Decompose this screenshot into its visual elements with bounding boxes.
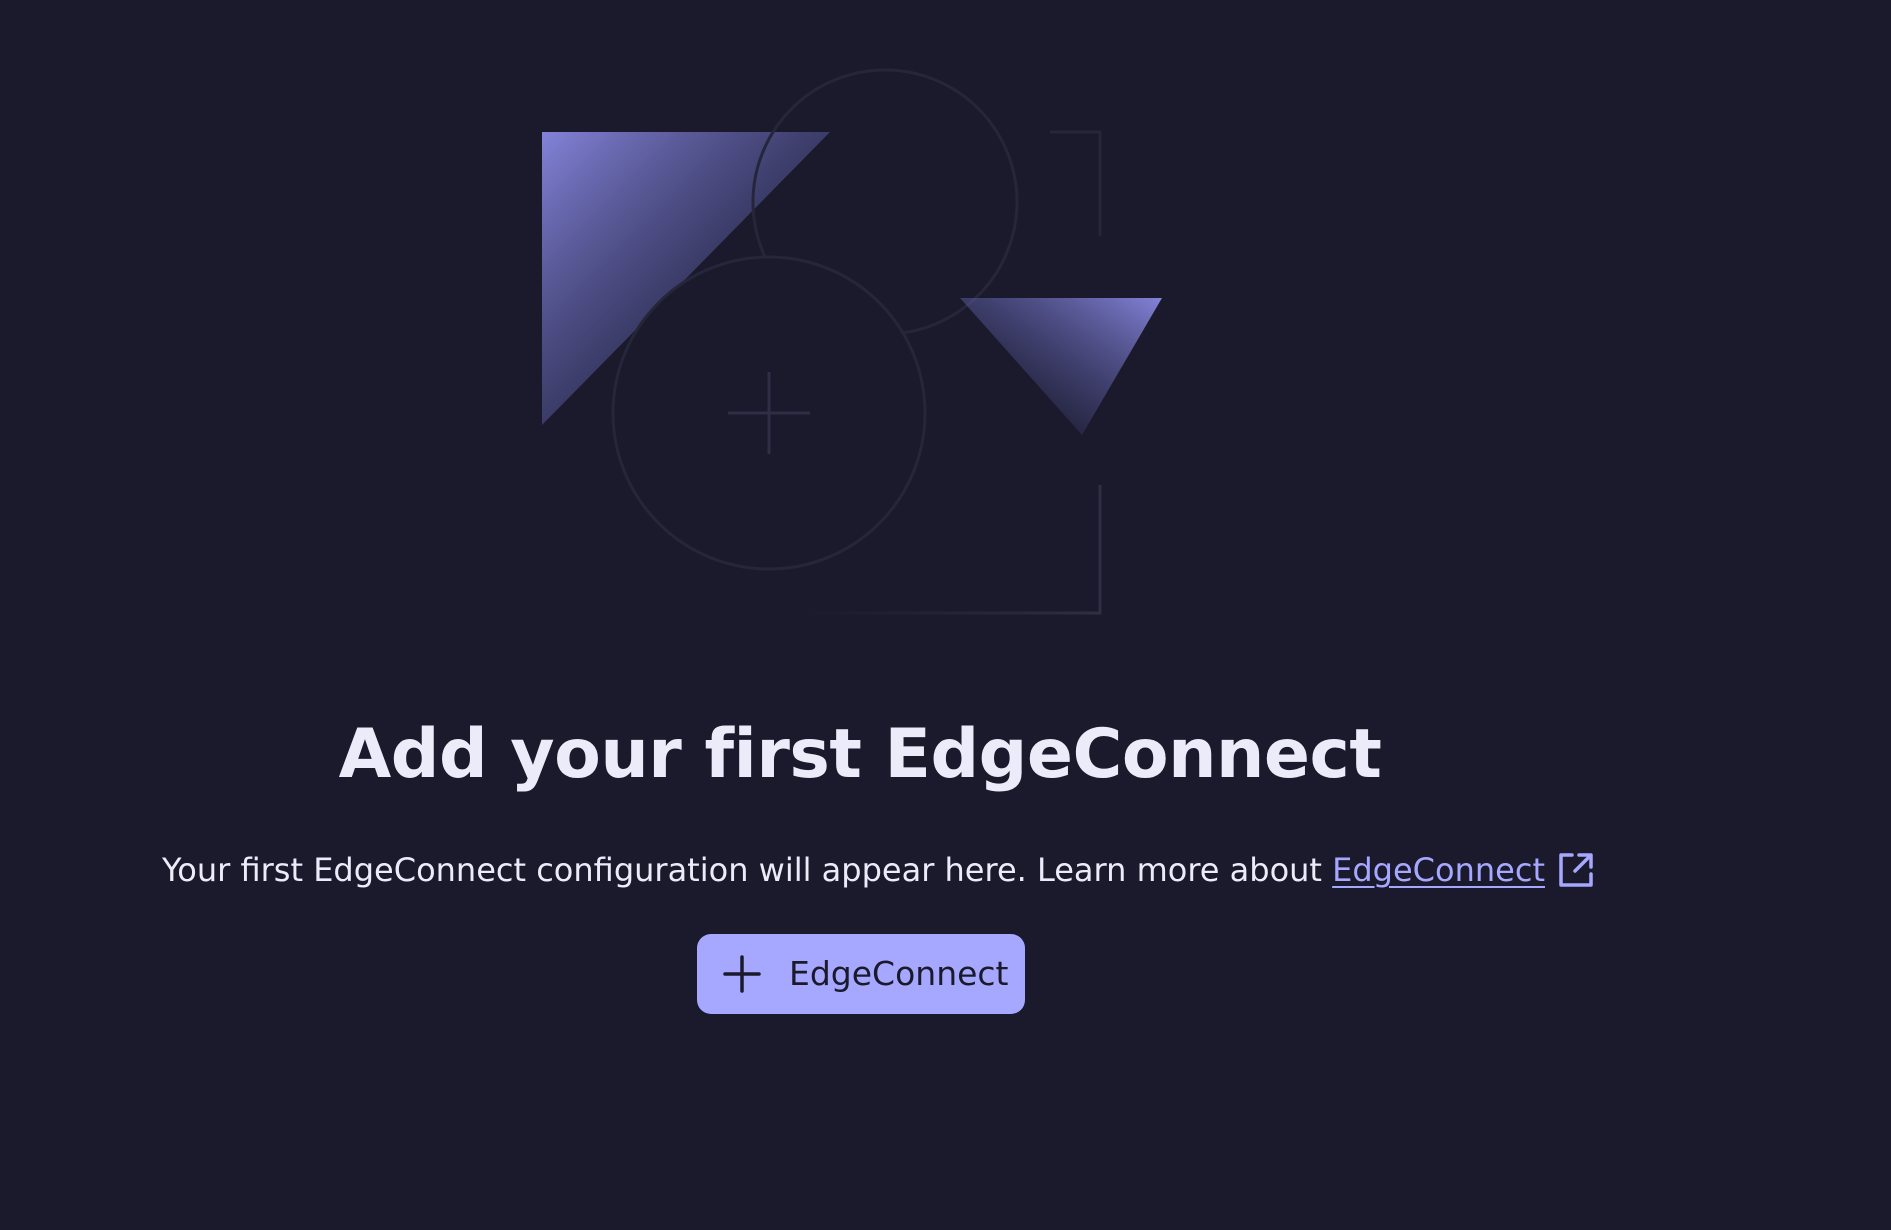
empty-state-title: Add your first EdgeConnect bbox=[338, 715, 1382, 794]
small-triangle-shape bbox=[960, 298, 1162, 435]
add-button-label: EdgeConnect bbox=[789, 954, 1009, 993]
edgeconnect-docs-link[interactable]: EdgeConnect bbox=[1332, 846, 1545, 894]
top-bracket-line bbox=[1050, 130, 1102, 236]
empty-state-description: Your first EdgeConnect configuration wil… bbox=[162, 846, 1595, 894]
edgeconnect-empty-state-page: Add your first EdgeConnect Your first Ed… bbox=[0, 0, 1891, 1230]
empty-state-illustration bbox=[542, 68, 1162, 615]
description-text: Your first EdgeConnect configuration wil… bbox=[162, 851, 1333, 889]
plus-icon bbox=[723, 955, 761, 993]
add-edgeconnect-button[interactable]: EdgeConnect bbox=[697, 934, 1025, 1014]
external-link-icon[interactable] bbox=[1557, 851, 1595, 889]
